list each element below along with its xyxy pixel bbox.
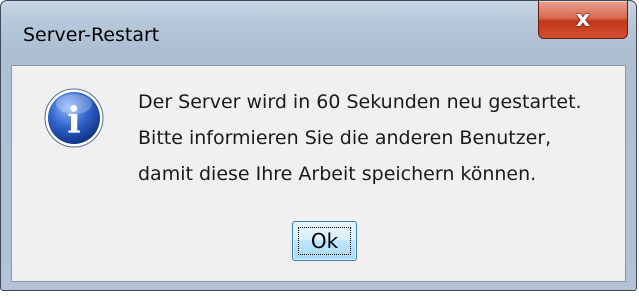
message-line: Der Server wird in 60 Sekunden neu gesta… xyxy=(138,91,582,113)
dialog-content: i Der Server wird in 60 Sekunden neu ges… xyxy=(11,65,626,282)
ok-button-label: Ok xyxy=(310,229,339,253)
title-bar[interactable]: Server-Restart x xyxy=(1,1,636,63)
message-line: damit diese Ihre Arbeit speichern können… xyxy=(138,163,537,185)
close-icon: x xyxy=(575,6,591,32)
focus-rectangle: Ok xyxy=(298,227,351,255)
message-line: Bitte informieren Sie die anderen Benutz… xyxy=(138,127,552,149)
message-text: Der Server wird in 60 Sekunden neu gesta… xyxy=(138,84,582,192)
info-icon-glyph: i xyxy=(67,100,81,142)
info-icon: i xyxy=(44,88,104,148)
window-title: Server-Restart xyxy=(23,24,160,46)
dialog-window: Server-Restart x i Der Server wird in 60… xyxy=(0,0,637,291)
close-button[interactable]: x xyxy=(538,1,628,39)
ok-button[interactable]: Ok xyxy=(292,221,357,261)
